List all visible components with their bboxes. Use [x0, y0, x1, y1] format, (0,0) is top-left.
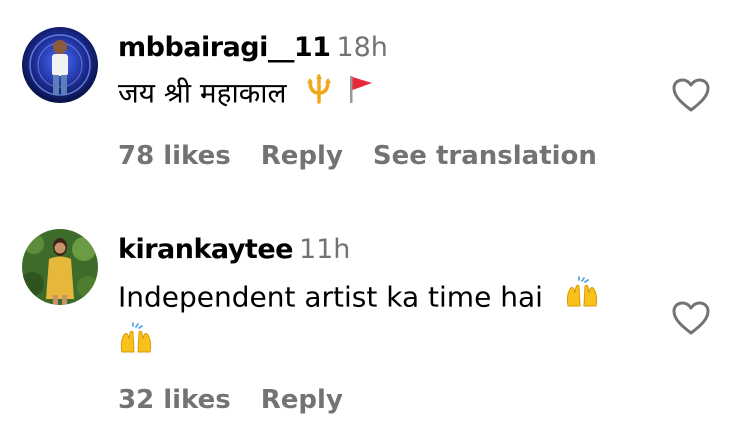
raising-hands-icon [564, 276, 600, 321]
comment-text-continuation [118, 322, 154, 367]
like-heart-icon[interactable] [671, 300, 711, 336]
reply-button[interactable]: Reply [261, 385, 343, 415]
comment-item: kirankaytee 11h Independent artist ka tim… [0, 0, 736, 431]
comment-actions: 32 likes Reply [118, 383, 373, 417]
timestamp: 11h [298, 234, 351, 265]
comment-header: kirankaytee 11h [118, 233, 350, 267]
comment-body: Independent artist ka time hai [118, 280, 543, 314]
avatar[interactable] [22, 229, 98, 305]
likes-count[interactable]: 32 likes [118, 385, 231, 415]
comment-text: Independent artist ka time hai [118, 276, 600, 321]
raising-hands-icon [118, 322, 154, 367]
username-link[interactable]: kirankaytee [118, 234, 293, 265]
